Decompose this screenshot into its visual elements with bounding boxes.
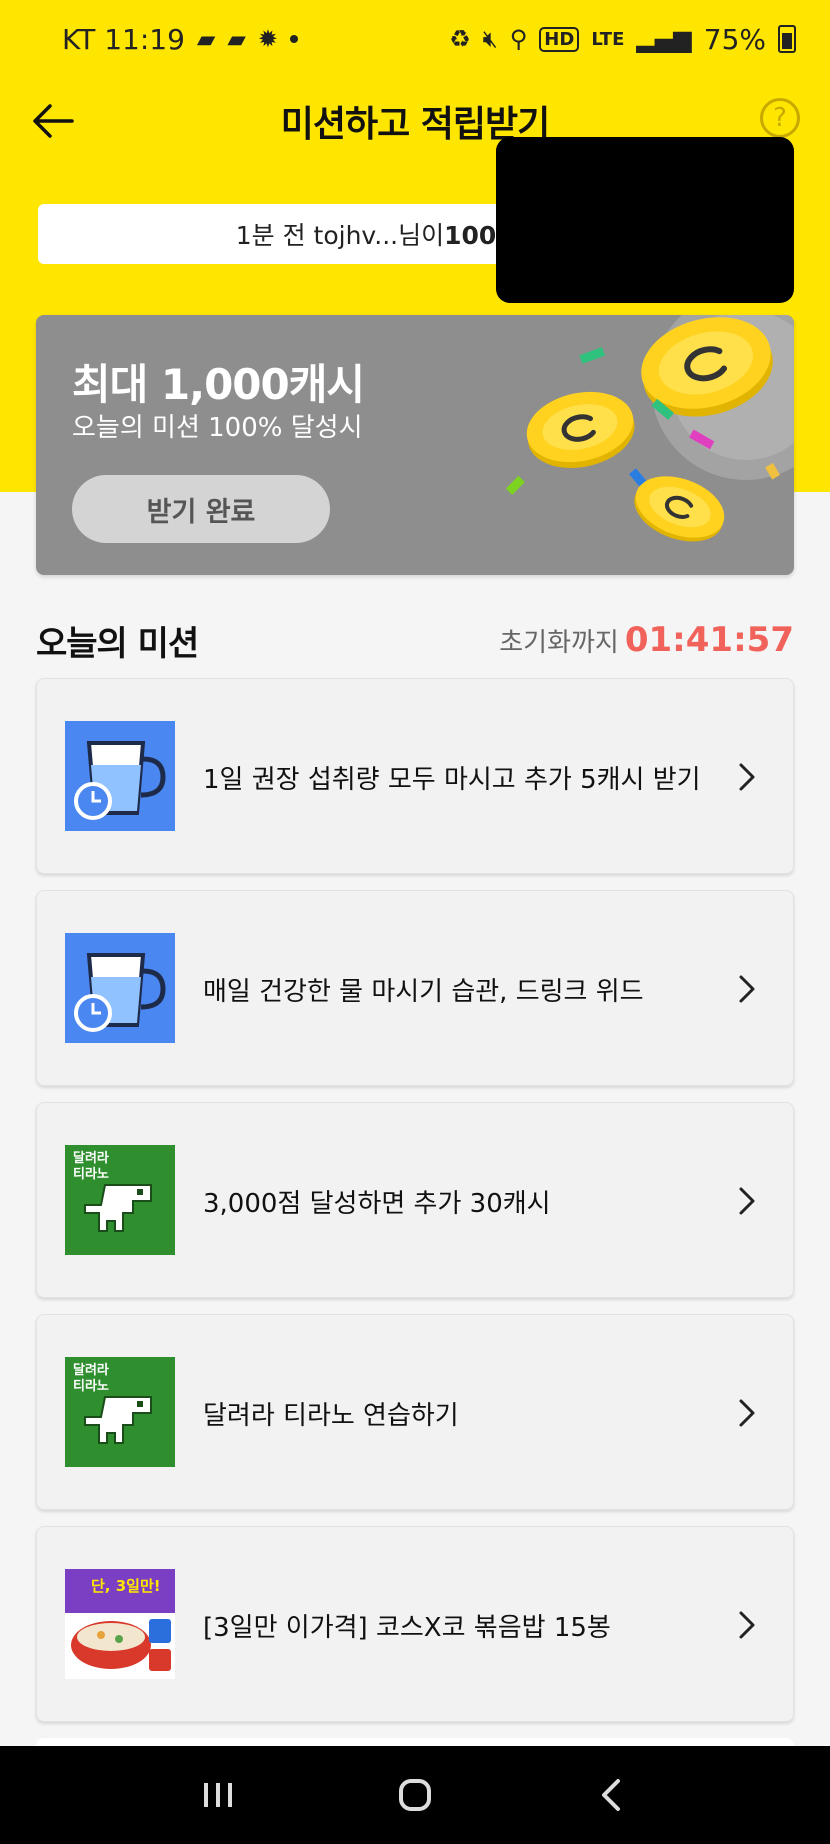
product-ad-icon: 단, 3일만! [65, 1569, 175, 1679]
status-left: KT 11:19 ▰ ▰ ✹ [62, 23, 298, 56]
recent-apps-icon [204, 1783, 233, 1807]
mission-item[interactable]: 매일 건강한 물 마시기 습관, 드링크 위드 [36, 890, 794, 1086]
mission-label: 1일 권장 섭취량 모두 마시고 추가 5캐시 받기 [203, 764, 701, 795]
recycle-icon: ♻ [449, 25, 471, 53]
chevron-right-icon [739, 1187, 755, 1215]
back-chevron-icon [601, 1779, 620, 1811]
section-title: 오늘의 미션 [36, 623, 199, 664]
mission-label: 매일 건강한 물 마시기 습관, 드링크 위드 [203, 976, 644, 1007]
more-notifications-icon [289, 35, 298, 43]
battery-percent: 75% [703, 22, 766, 56]
mission-label: 3,000점 달성하면 추가 30캐시 [203, 1188, 551, 1219]
chevron-right-icon [739, 1611, 755, 1639]
max-reward-card: 최대 1,000캐시 오늘의 미션 100% 달성시 받기 완료 [36, 315, 794, 575]
mission-label: [3일만 이가격] 코스X코 볶음밥 15봉 [203, 1612, 611, 1643]
reward-subtitle: 오늘의 미션 100% 달성시 [72, 413, 363, 443]
coins-illustration [505, 315, 794, 542]
water-cup-icon [65, 933, 175, 1043]
mission-item[interactable]: 1일 권장 섭취량 모두 마시고 추가 5캐시 받기 [36, 678, 794, 874]
dino-game-icon: 달려라 티라노 [65, 1357, 175, 1467]
missions-section-header: 오늘의 미션 초기화까지 01:41:57 [36, 615, 794, 665]
gear-icon: ✹ [257, 25, 278, 53]
thumb-text: 단, 3일만! [91, 1577, 161, 1595]
system-nav-bar [0, 1746, 830, 1844]
battery-icon [778, 25, 796, 53]
ticker-prefix: 1분 전 tojhv...님이 [235, 221, 445, 250]
status-right: ♻ 🔇︎ ⚲ HD LTE ▂▄▆ 75% [449, 23, 796, 56]
back-nav-button[interactable] [582, 1765, 642, 1825]
home-icon [398, 1779, 431, 1811]
mission-label: 달려라 티라노 연습하기 [203, 1400, 459, 1431]
status-bar: KT 11:19 ▰ ▰ ✹ ♻ 🔇︎ ⚲ HD LTE ▂▄▆ 75% [0, 0, 830, 78]
mission-item[interactable]: 달려라 티라노 3,000점 달성하면 추가 30캐시 [36, 1102, 794, 1298]
hd-icon: HD [539, 26, 580, 52]
redacted-overlay [496, 137, 794, 303]
mission-item[interactable]: 단, 3일만! [3일만 이가격] 코스X코 볶음밥 15봉 [36, 1526, 794, 1722]
chevron-right-icon [739, 763, 755, 791]
reset-timer: 01:41:57 [624, 620, 794, 660]
claim-complete-button[interactable]: 받기 완료 [72, 475, 330, 543]
water-cup-icon [65, 721, 175, 831]
reset-countdown: 초기화까지 01:41:57 [499, 620, 794, 660]
help-icon[interactable]: ? [760, 98, 800, 138]
back-button[interactable] [28, 96, 78, 146]
reward-title: 최대 1,000캐시 [72, 360, 365, 409]
dino-game-icon: 달려라 티라노 [65, 1145, 175, 1255]
thumb-text: 달려라 티라노 [73, 1363, 109, 1394]
mute-icon: 🔇︎ [482, 25, 498, 53]
chevron-right-icon [739, 1399, 755, 1427]
mission-item[interactable]: 달려라 티라노 달려라 티라노 연습하기 [36, 1314, 794, 1510]
notification-icon: ▰ [196, 25, 216, 53]
notification-icon: ▰ [227, 25, 246, 53]
signal-icon: ▂▄▆ [636, 25, 692, 53]
carrier-time: KT 11:19 [62, 22, 185, 56]
thumb-text: 달려라 티라노 [73, 1151, 109, 1182]
network-type: LTE [591, 28, 625, 50]
home-button[interactable] [385, 1765, 445, 1825]
back-arrow-icon [33, 104, 74, 138]
location-icon: ⚲ [509, 25, 528, 53]
recent-apps-button[interactable] [188, 1765, 248, 1825]
chevron-right-icon [739, 975, 755, 1003]
reset-label: 초기화까지 [499, 628, 619, 658]
